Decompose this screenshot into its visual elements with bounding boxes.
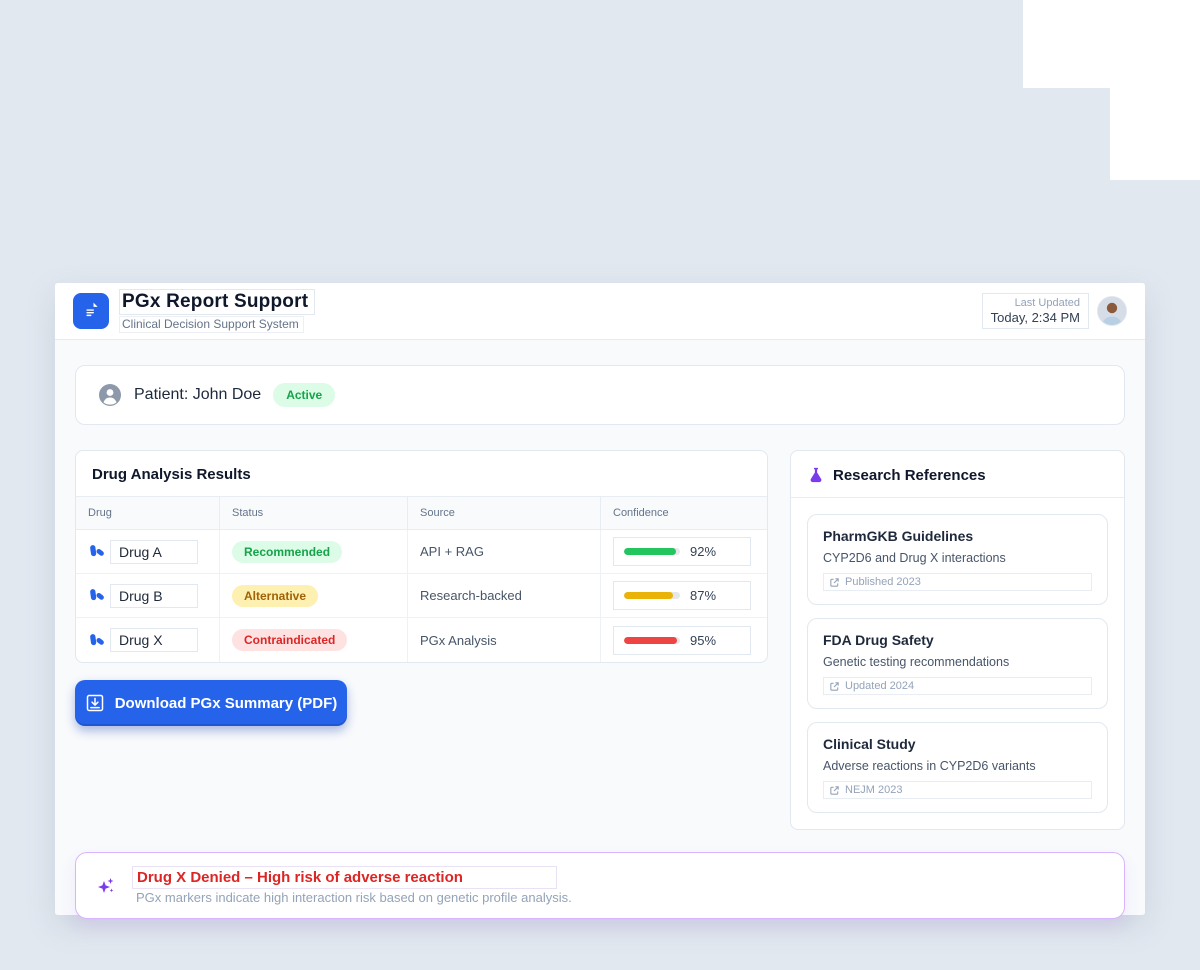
status-badge: Recommended	[232, 541, 342, 563]
table-row[interactable]: Drug X Contraindicated PGx Analysis	[76, 618, 767, 662]
main-grid: Drug Analysis Results Drug Status Source…	[75, 450, 1125, 830]
background-shape-right	[1110, 0, 1200, 180]
source-cell: API + RAG	[408, 530, 601, 573]
main-window: PGx Report Support Clinical Decision Sup…	[55, 283, 1145, 915]
header-right: Last Updated Today, 2:34 PM	[982, 293, 1127, 329]
alert-texts: Drug X Denied – High risk of adverse rea…	[132, 866, 1106, 905]
reference-card[interactable]: Clinical Study Adverse reactions in CYP2…	[807, 722, 1108, 813]
reference-meta-label: Published 2023	[845, 576, 921, 588]
reference-title: PharmGKB Guidelines	[823, 528, 1092, 544]
external-link-icon	[829, 785, 840, 796]
confidence-bar-fill	[624, 548, 676, 555]
content-area: Patient: John Doe Active Drug Analysis R…	[55, 340, 1145, 915]
drug-analysis-card: Drug Analysis Results Drug Status Source…	[75, 450, 768, 663]
drug-denied-alert: Drug X Denied – High risk of adverse rea…	[75, 852, 1125, 919]
column-header-status: Status	[220, 497, 408, 529]
reference-card[interactable]: FDA Drug Safety Genetic testing recommen…	[807, 618, 1108, 709]
confidence-value: 92%	[690, 544, 716, 559]
pills-icon	[88, 587, 105, 604]
patient-icon	[98, 383, 122, 407]
drug-name: Drug A	[110, 540, 198, 564]
research-references-panel: Research References PharmGKB Guidelines …	[790, 450, 1125, 830]
status-badge: Alternative	[232, 585, 318, 607]
confidence-box: 95%	[613, 626, 751, 655]
table-row[interactable]: Drug B Alternative Research-backed	[76, 574, 767, 618]
last-updated: Last Updated Today, 2:34 PM	[982, 293, 1089, 329]
confidence-cell: 95%	[601, 618, 767, 662]
user-avatar[interactable]	[1097, 296, 1127, 326]
document-icon	[73, 293, 109, 329]
confidence-cell: 92%	[601, 530, 767, 573]
reference-meta[interactable]: Updated 2024	[823, 677, 1092, 695]
alert-description: PGx markers indicate high interaction ri…	[132, 890, 1106, 905]
last-updated-value: Today, 2:34 PM	[991, 310, 1080, 325]
drug-cell: Drug B	[76, 574, 220, 617]
reference-title: Clinical Study	[823, 736, 1092, 752]
drug-name: Drug B	[110, 584, 198, 608]
column-header-source: Source	[408, 497, 601, 529]
status-badge: Contraindicated	[232, 629, 347, 651]
patient-card: Patient: John Doe Active	[75, 365, 1125, 425]
column-header-drug: Drug	[76, 497, 220, 529]
status-cell: Contraindicated	[220, 618, 408, 662]
drug-cell: Drug X	[76, 618, 220, 662]
confidence-bar-fill	[624, 592, 673, 599]
table-row[interactable]: Drug A Recommended API + RAG	[76, 530, 767, 574]
status-cell: Alternative	[220, 574, 408, 617]
references-title: Research References	[833, 467, 986, 484]
status-cell: Recommended	[220, 530, 408, 573]
drug-analysis-table: Drug Status Source Confidence	[76, 496, 767, 662]
drug-cell: Drug A	[76, 530, 220, 573]
external-link-icon	[829, 681, 840, 692]
external-link-icon	[829, 577, 840, 588]
confidence-cell: 87%	[601, 574, 767, 617]
drug-name: Drug X	[110, 628, 198, 652]
reference-meta-label: Updated 2024	[845, 680, 914, 692]
confidence-bar-track	[624, 592, 680, 599]
reference-card[interactable]: PharmGKB Guidelines CYP2D6 and Drug X in…	[807, 514, 1108, 605]
drug-analysis-title: Drug Analysis Results	[76, 451, 767, 496]
download-pdf-button[interactable]: Download PGx Summary (PDF)	[75, 680, 347, 726]
confidence-box: 87%	[613, 581, 751, 610]
flask-icon	[807, 466, 825, 484]
confidence-bar-track	[624, 548, 680, 555]
reference-description: CYP2D6 and Drug X interactions	[823, 551, 1092, 565]
download-icon	[85, 693, 105, 713]
patient-status-badge: Active	[273, 383, 335, 407]
confidence-box: 92%	[613, 537, 751, 566]
title-block: PGx Report Support Clinical Decision Sup…	[119, 289, 315, 333]
reference-description: Genetic testing recommendations	[823, 655, 1092, 669]
reference-meta[interactable]: NEJM 2023	[823, 781, 1092, 799]
confidence-value: 95%	[690, 633, 716, 648]
confidence-bar-track	[624, 637, 680, 644]
reference-description: Adverse reactions in CYP2D6 variants	[823, 759, 1092, 773]
sparkles-icon	[94, 874, 118, 898]
reference-title: FDA Drug Safety	[823, 632, 1092, 648]
pills-icon	[88, 543, 105, 560]
app-header: PGx Report Support Clinical Decision Sup…	[55, 283, 1145, 340]
source-cell: Research-backed	[408, 574, 601, 617]
last-updated-label: Last Updated	[991, 297, 1080, 309]
download-button-label: Download PGx Summary (PDF)	[115, 695, 338, 712]
confidence-value: 87%	[690, 588, 716, 603]
reference-meta-label: NEJM 2023	[845, 784, 902, 796]
page-subtitle: Clinical Decision Support System	[119, 316, 304, 333]
source-text: API + RAG	[420, 544, 484, 559]
page-title: PGx Report Support	[119, 289, 315, 315]
reference-meta[interactable]: Published 2023	[823, 573, 1092, 591]
references-header: Research References	[791, 451, 1124, 497]
source-text: PGx Analysis	[420, 633, 497, 648]
source-text: Research-backed	[420, 588, 522, 603]
table-header-row: Drug Status Source Confidence	[76, 496, 767, 530]
pills-icon	[88, 632, 105, 649]
confidence-bar-fill	[624, 637, 677, 644]
alert-title: Drug X Denied – High risk of adverse rea…	[132, 866, 557, 889]
source-cell: PGx Analysis	[408, 618, 601, 662]
references-list: PharmGKB Guidelines CYP2D6 and Drug X in…	[791, 498, 1124, 829]
left-column: Drug Analysis Results Drug Status Source…	[75, 450, 768, 830]
column-header-confidence: Confidence	[601, 497, 767, 529]
patient-name: Patient: John Doe	[134, 386, 261, 404]
